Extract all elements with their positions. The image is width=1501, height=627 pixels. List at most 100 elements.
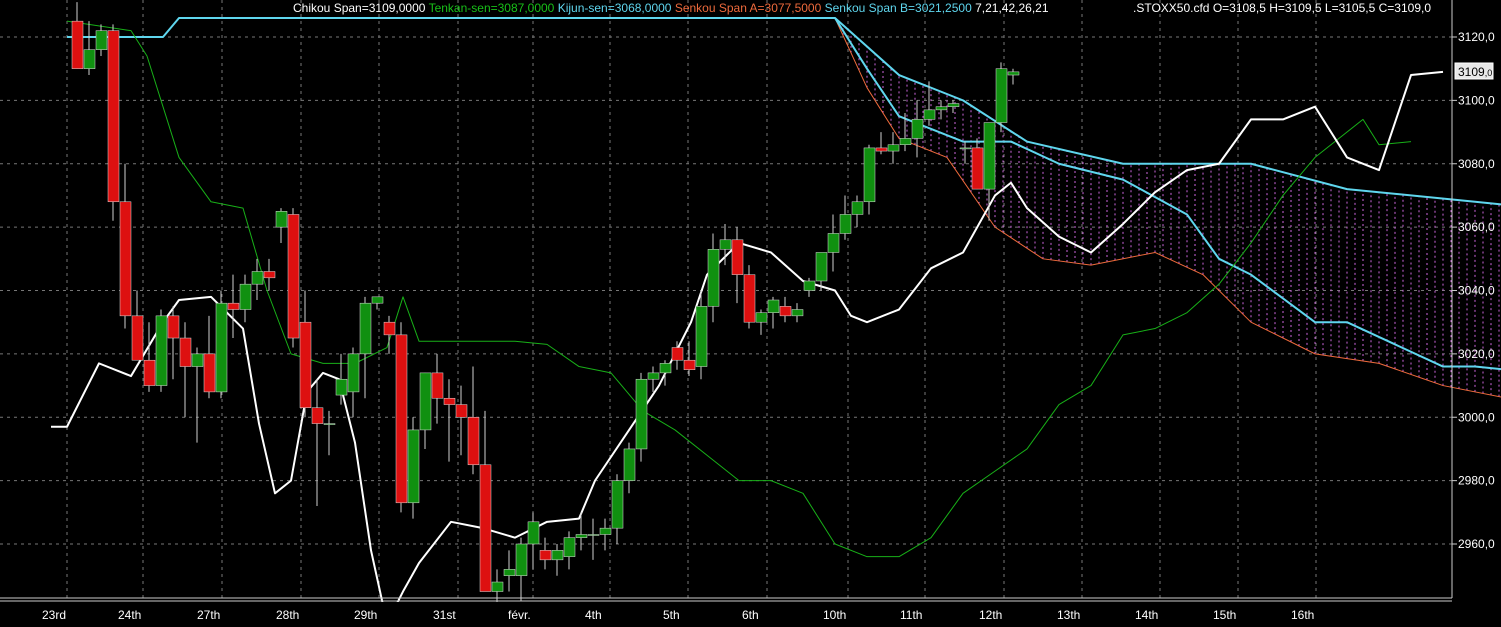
candle <box>287 208 300 348</box>
candle-body <box>275 211 288 228</box>
candle-body <box>371 296 384 304</box>
candle-body <box>971 147 984 190</box>
candle-body <box>215 302 228 393</box>
candle-body <box>179 337 192 367</box>
candle-body <box>743 274 756 323</box>
candle <box>215 290 228 399</box>
candle-body <box>479 464 492 592</box>
candle-body <box>671 347 684 361</box>
candle-body <box>767 299 780 313</box>
x-tick-label: 14th <box>1135 608 1158 622</box>
candle-body <box>659 363 672 374</box>
candle-body <box>695 306 708 367</box>
candle-body <box>359 302 372 355</box>
candle-body <box>575 534 588 538</box>
candle-body <box>71 20 84 69</box>
candle-body <box>1007 71 1020 76</box>
candle-body <box>959 147 972 150</box>
candle-body <box>263 271 276 279</box>
candle-body <box>503 569 516 576</box>
candle-body <box>947 103 960 107</box>
x-tick-label: 12th <box>979 608 1002 622</box>
x-tick-label: 29th <box>354 608 377 622</box>
candle-body <box>155 315 168 386</box>
candle-body <box>119 201 132 317</box>
candle-body <box>431 372 444 399</box>
candle-body <box>791 309 804 317</box>
candle-body <box>143 359 156 386</box>
candle <box>995 62 1008 133</box>
candle-body <box>863 147 876 203</box>
candle <box>107 24 120 221</box>
x-tick-label: 6th <box>742 608 759 622</box>
candle <box>395 322 408 513</box>
candle-body <box>935 106 948 111</box>
y-tick-label: 3060,0 <box>1458 220 1495 234</box>
candle-body <box>287 214 300 339</box>
y-tick-label: 2980,0 <box>1458 474 1495 488</box>
candle-body <box>407 429 420 504</box>
x-tick-label: 28th <box>276 608 299 622</box>
legend-params: 7,21,42,26,21 <box>975 1 1049 15</box>
x-tick-label: 24th <box>118 608 141 622</box>
y-tick-label: 2960,0 <box>1458 537 1495 551</box>
x-tick-label: 11th <box>900 608 922 622</box>
candle-body <box>299 321 312 408</box>
candle-body <box>515 543 528 576</box>
y-tick-label: 3100,0 <box>1458 93 1495 107</box>
ichimoku-chart: 2960,0 2980,0 3000,0 3020,0 3040,0 3060,0 3080… <box>0 0 1501 627</box>
candle-body <box>995 68 1008 123</box>
candle-body <box>455 404 468 418</box>
legend-senkou-a: Senkou Span A=3077,5000 <box>675 1 822 15</box>
candle-body <box>527 521 540 545</box>
candle-body <box>611 480 624 529</box>
candle-body <box>191 353 204 367</box>
candle-body <box>107 30 120 203</box>
candle-body <box>599 527 612 535</box>
candle-body <box>731 239 744 275</box>
candle-body <box>395 334 408 504</box>
candle-body <box>491 581 504 592</box>
candle-body <box>419 372 432 431</box>
last-price-value: 3109 <box>1458 65 1485 79</box>
svg-text:3109,0: 3109,0 <box>1458 65 1492 79</box>
y-tick-label: 3120,0 <box>1458 30 1495 44</box>
candle-body <box>203 353 216 393</box>
candle-body <box>803 280 816 291</box>
candle-body <box>887 144 900 152</box>
candle-body <box>539 550 552 561</box>
candle-body <box>239 283 252 310</box>
last-price-tag: 3109,0 <box>1454 62 1494 80</box>
legend-tenkan: Tenkan-sen=3087,0000 <box>429 1 555 15</box>
candle-body <box>323 423 336 425</box>
candle-body <box>623 448 636 481</box>
candle-body <box>839 214 852 234</box>
candle-body <box>563 537 576 557</box>
x-tick-label: févr. <box>508 608 531 622</box>
candle <box>155 309 168 392</box>
candle-body <box>983 122 996 190</box>
x-tick-label: 27th <box>197 608 220 622</box>
candle-body <box>227 302 240 310</box>
candle-body <box>815 252 828 282</box>
y-tick-label: 3080,0 <box>1458 157 1495 171</box>
x-tick-label: 13th <box>1057 608 1080 622</box>
candle-body <box>899 138 912 145</box>
candle-body <box>167 315 180 339</box>
x-tick-label: 10th <box>823 608 846 622</box>
x-tick-label: 31st <box>433 608 456 622</box>
legend-kijun: Kijun-sen=3068,0000 <box>558 1 672 15</box>
legend-symbol-ohlc: .STOXX50.cfd O=3108,5 H=3109,5 L=3105,5 … <box>1133 1 1431 15</box>
candle-body <box>635 378 648 450</box>
candle-body <box>83 49 96 69</box>
candle-body <box>587 534 600 536</box>
candle-body <box>911 119 924 139</box>
candle-body <box>647 372 660 380</box>
candle-body <box>827 233 840 253</box>
y-tick-label: 3020,0 <box>1458 347 1495 361</box>
candle-body <box>347 353 360 393</box>
x-tick-label: 15th <box>1213 608 1236 622</box>
candle-body <box>551 550 564 561</box>
candle-body <box>923 109 936 120</box>
candle <box>743 265 756 329</box>
